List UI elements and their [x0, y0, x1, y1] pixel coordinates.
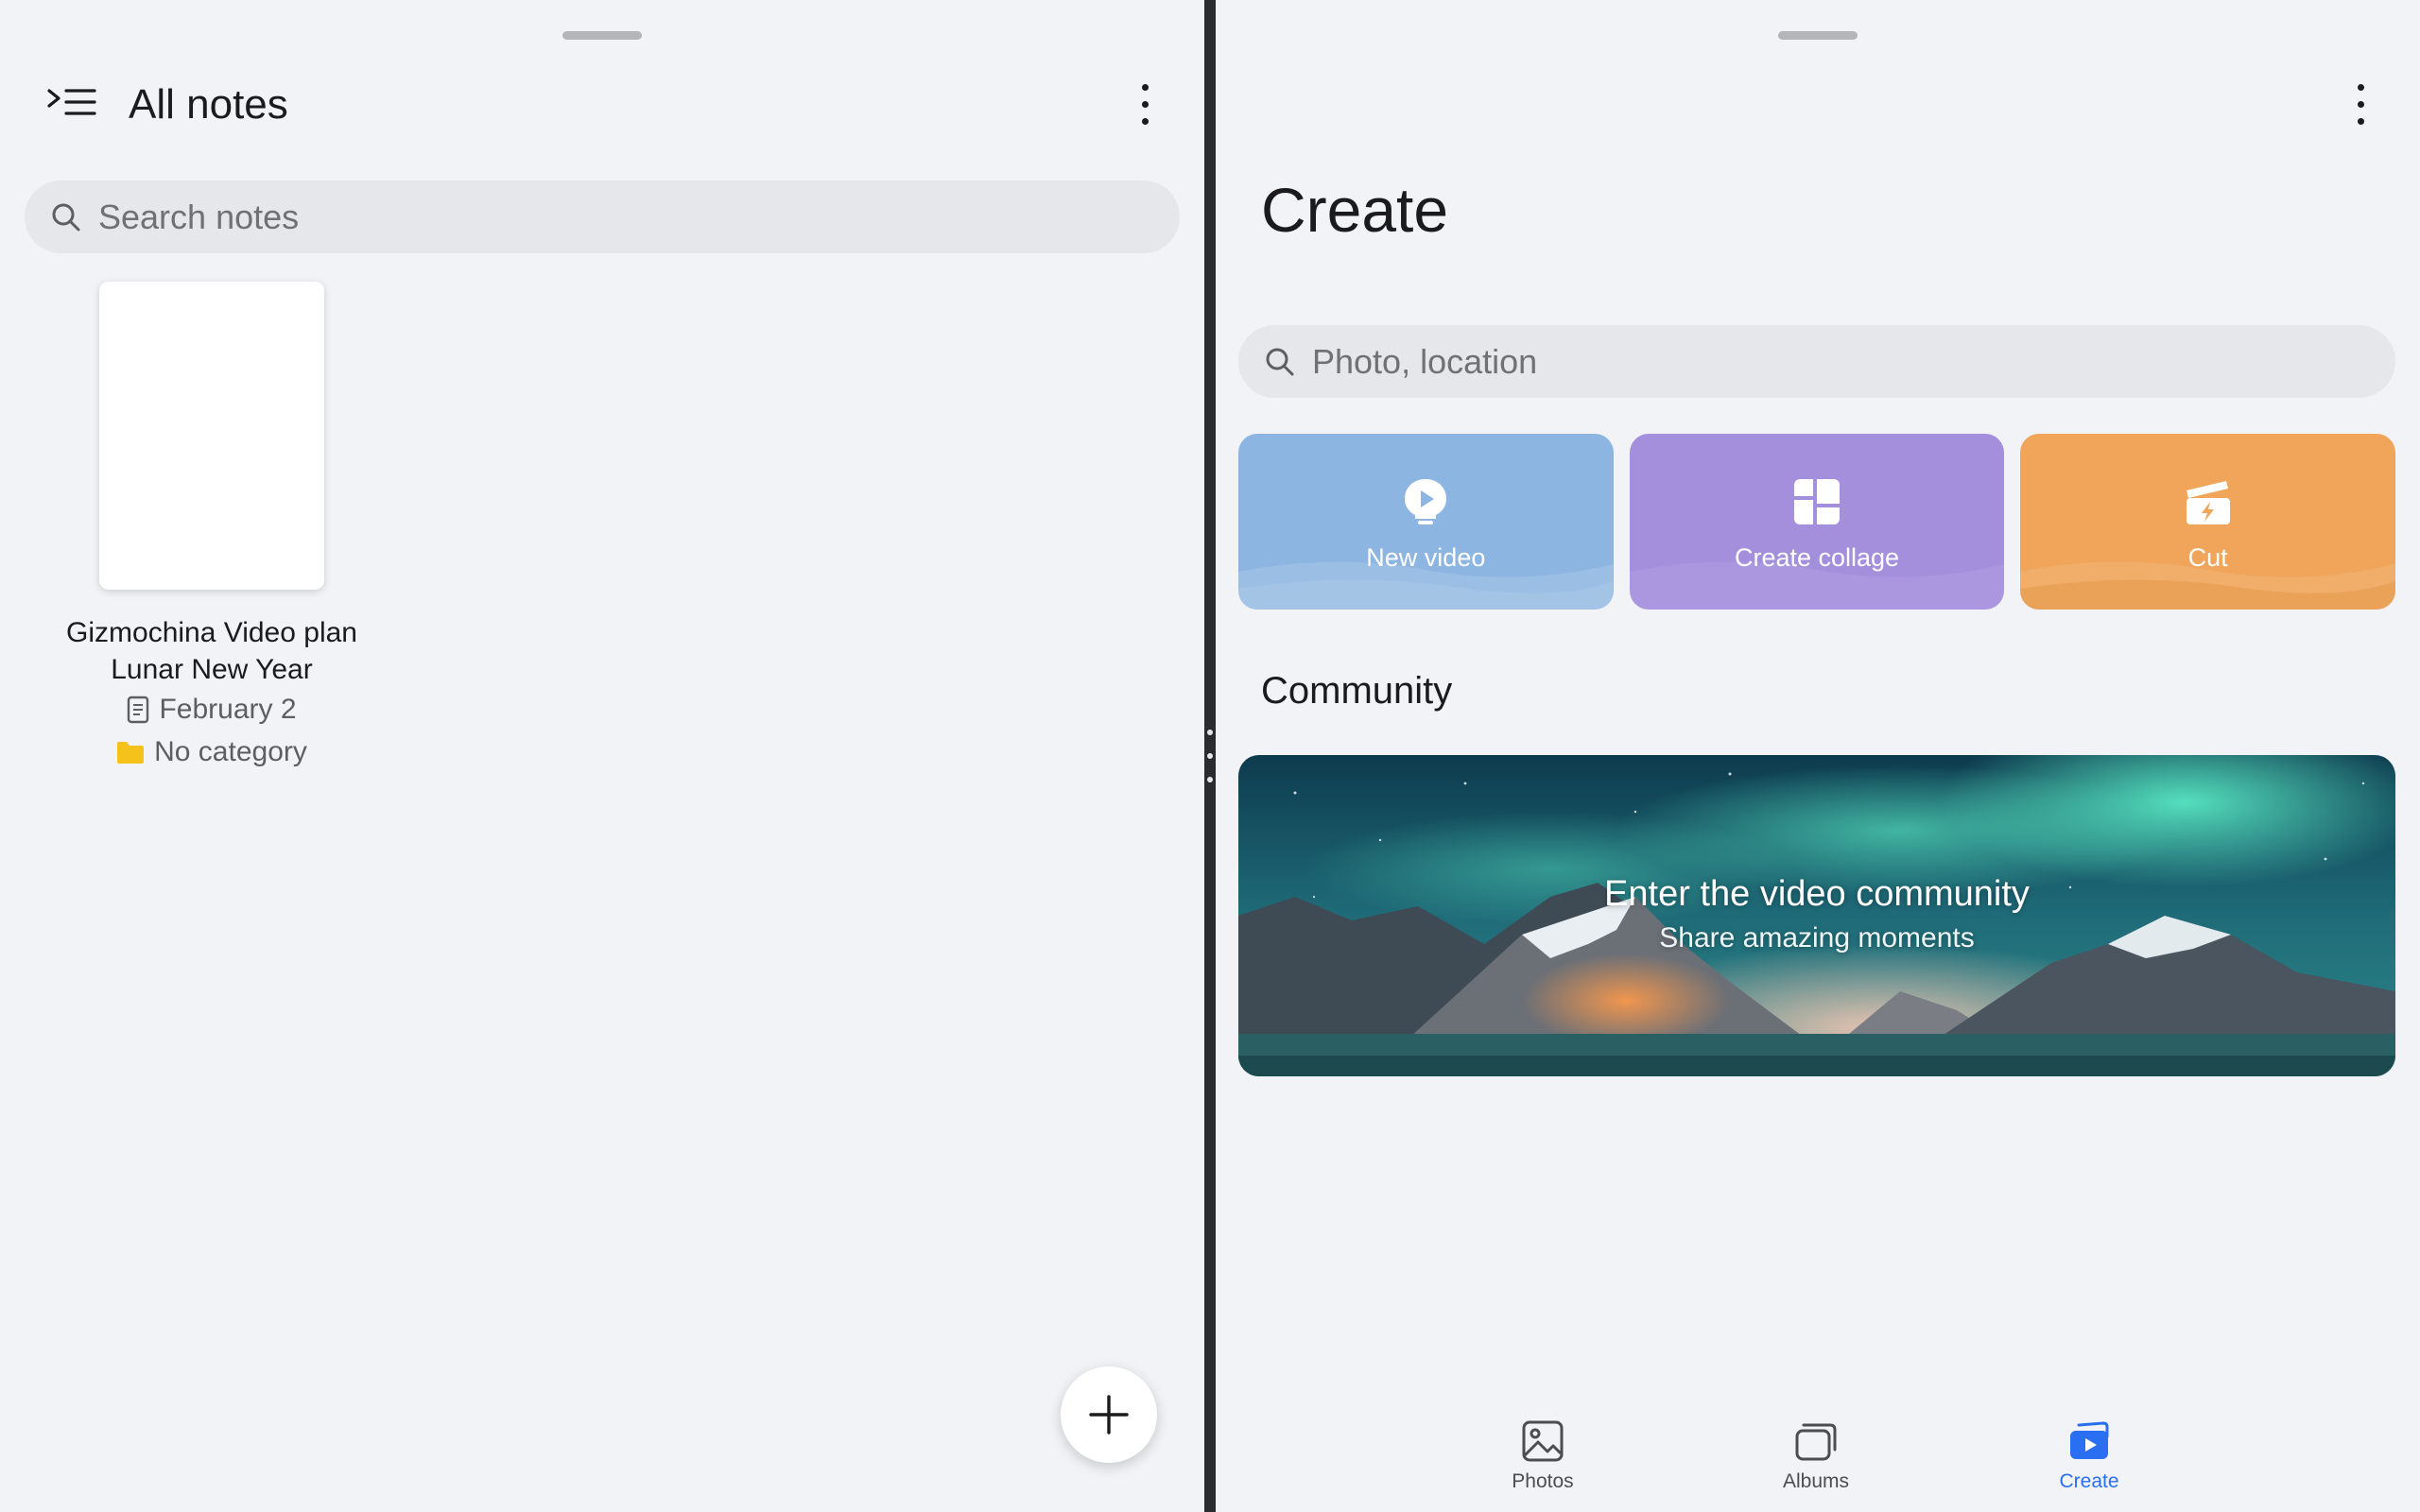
create-icon: [2070, 1421, 2109, 1459]
banner-title: Enter the video community: [1604, 874, 2030, 914]
search-icon: [1266, 348, 1294, 375]
note-category-row: No category: [38, 736, 386, 768]
search-photos-bar[interactable]: [1238, 325, 2395, 398]
split-divider-handle[interactable]: [1206, 730, 1214, 782]
aurora-mountains-image: [1238, 755, 2395, 1076]
plus-icon: [1089, 1395, 1129, 1435]
albums-icon: [1795, 1423, 1837, 1461]
search-notes-input[interactable]: [96, 196, 1025, 238]
nav-create-label: Create: [2059, 1470, 2119, 1492]
note-category: No category: [154, 736, 307, 767]
gallery-pane: Create New video: [1216, 0, 2420, 1512]
photos-icon: [1522, 1420, 1564, 1462]
note-date-row: February 2: [38, 694, 386, 726]
bottom-navigation: Photos Albums Create: [1216, 1399, 2420, 1512]
drag-handle[interactable]: [1778, 31, 1858, 40]
note-thumbnail[interactable]: [99, 282, 324, 590]
page-title: All notes: [129, 81, 288, 128]
nav-photos-label: Photos: [1512, 1470, 1574, 1492]
document-icon: [128, 696, 149, 724]
new-video-button[interactable]: New video: [1238, 434, 1614, 610]
search-icon: [52, 203, 80, 231]
clapper-icon: [2186, 481, 2230, 524]
banner-subtitle: Share amazing moments: [1659, 922, 1975, 954]
video-bulb-icon: [1405, 479, 1447, 524]
more-vertical-icon[interactable]: [1126, 74, 1164, 134]
create-actions: New video Create collage Cut: [1238, 434, 2396, 610]
search-notes-bar[interactable]: [25, 180, 1180, 253]
search-photos-input[interactable]: [1310, 340, 2240, 383]
tile-wave: [2020, 561, 2396, 610]
note-title-line1: Gizmochina Video plan: [66, 617, 357, 648]
page-title: Create: [1261, 175, 1449, 245]
add-note-button[interactable]: [1061, 1366, 1157, 1463]
note-date: February 2: [159, 694, 297, 725]
collage-icon: [1794, 479, 1840, 524]
nav-photos[interactable]: Photos: [1467, 1399, 1618, 1493]
notes-pane: All notes Gizmochina Video plan Lunar Ne…: [0, 0, 1204, 1512]
note-title-line2: Lunar New Year: [111, 654, 313, 685]
nav-albums-label: Albums: [1782, 1470, 1850, 1492]
nav-create[interactable]: Create: [2014, 1399, 2165, 1493]
video-community-banner[interactable]: Enter the video community Share amazing …: [1238, 755, 2395, 1076]
drag-handle[interactable]: [562, 31, 642, 40]
nav-albums[interactable]: Albums: [1740, 1399, 1892, 1493]
tile-wave: [1629, 561, 2005, 610]
tile-wave: [1238, 561, 1614, 610]
community-heading: Community: [1261, 670, 1453, 712]
cut-button[interactable]: Cut: [2020, 434, 2396, 610]
menu-collapse-icon[interactable]: [43, 81, 102, 129]
more-vertical-icon[interactable]: [2342, 74, 2379, 134]
note-title: Gizmochina Video plan Lunar New Year: [38, 614, 386, 688]
create-collage-button[interactable]: Create collage: [1629, 434, 2005, 610]
folder-icon: [117, 742, 145, 764]
